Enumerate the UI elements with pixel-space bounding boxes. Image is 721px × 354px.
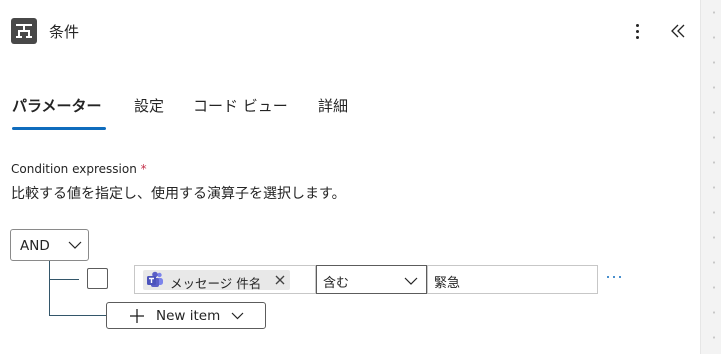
row-more-icon[interactable] — [605, 272, 623, 282]
right-operand-value: 緊急 — [434, 276, 461, 291]
tab-settings[interactable]: 設定 — [134, 95, 164, 116]
tab-details[interactable]: 詳細 — [318, 95, 348, 116]
tab-code-view[interactable]: コード ビュー — [193, 95, 288, 116]
plus-icon — [130, 309, 144, 323]
condition-description: 比較する値を指定し、使用する演算子を選択します。 — [11, 186, 346, 202]
row-select-checkbox[interactable] — [87, 268, 108, 289]
condition-expression-text: Condition expression — [11, 162, 137, 176]
active-tab-indicator — [12, 127, 106, 130]
tree-connector-vertical — [49, 261, 50, 316]
canvas-dot-grid — [713, 0, 715, 354]
dynamic-content-token[interactable]: メッセージ 件名 — [143, 270, 290, 291]
panel-header: 条件 — [0, 0, 700, 62]
canvas-edge — [700, 0, 721, 354]
operator-dropdown[interactable]: 含む — [316, 265, 427, 294]
condition-panel: 条件 パラメーター 設定 コード ビュー 詳細 Condition expres… — [0, 0, 700, 354]
double-chevron-left-icon[interactable] — [669, 20, 687, 42]
chevron-down-icon — [231, 312, 244, 320]
group-operator-dropdown[interactable]: AND — [10, 229, 89, 261]
tree-connector-row — [49, 279, 79, 280]
remove-token-icon[interactable] — [274, 273, 286, 287]
group-operator-value: AND — [20, 238, 50, 254]
tab-parameters[interactable]: パラメーター — [12, 95, 102, 116]
chevron-down-icon — [404, 277, 418, 285]
condition-icon — [11, 18, 37, 44]
chevron-down-icon — [68, 241, 82, 249]
new-item-label: New item — [156, 308, 221, 324]
left-operand-field[interactable]: メッセージ 件名 — [134, 265, 316, 294]
panel-title: 条件 — [49, 23, 80, 41]
operator-value: 含む — [323, 276, 350, 291]
required-mark: * — [140, 162, 147, 176]
right-operand-field[interactable]: 緊急 — [427, 265, 598, 294]
teams-icon — [147, 271, 163, 287]
token-label: メッセージ 件名 — [170, 276, 262, 291]
more-vertical-icon[interactable] — [628, 20, 646, 42]
new-item-button[interactable]: New item — [106, 302, 266, 329]
tree-connector-new-item — [49, 315, 106, 316]
condition-expression-label: Condition expression * — [11, 162, 147, 176]
